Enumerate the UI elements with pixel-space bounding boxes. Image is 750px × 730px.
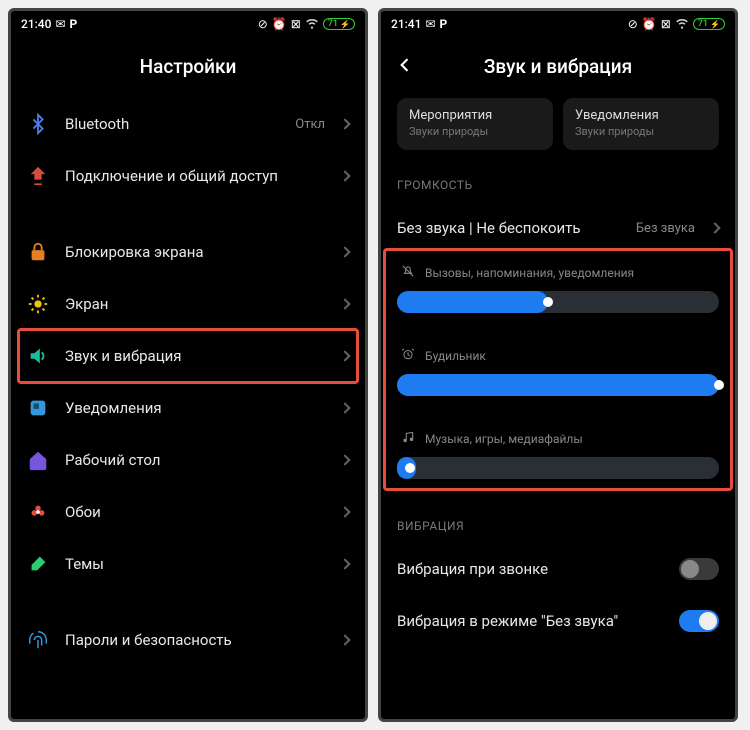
slider-thumb[interactable] [405,463,415,473]
lock-icon [27,241,49,263]
sound-settings-content: Мероприятия Звуки природы Уведомления Звуки… [381,98,735,719]
row-label: Рабочий стол [65,451,325,469]
vibrate-on-call-toggle[interactable] [679,558,719,580]
status-bar: 21:41 ✉ P ⊘ ⏰ ⊠ 71⚡ [381,11,735,37]
notification-icon [27,397,49,419]
tile-title: Мероприятия [409,108,541,123]
row-label: Пароли и безопасность [65,631,325,649]
speaker-icon [27,345,49,367]
vibrate-on-silent-toggle[interactable] [679,610,719,632]
chevron-right-icon [339,118,350,129]
settings-row-lock[interactable]: Блокировка экрана [11,226,365,278]
row-label: Экран [65,295,325,313]
page-title: Звук и вибрация [381,37,735,98]
dnd-icon: ⊘ [258,17,268,31]
tile-sub: Звуки природы [575,125,707,138]
alarm-icon: ⏰ [272,17,287,31]
row-label: Bluetooth [65,115,279,133]
nosim-icon: ⊠ [661,17,671,31]
settings-row-fingerprint[interactable]: Пароли и безопасность [11,614,365,666]
vibrate-on-silent-row[interactable]: Вибрация в режиме "Без звука" [381,595,735,647]
mail-icon: ✉ [425,17,435,31]
chevron-right-icon [339,558,350,569]
row-label: Обои [65,503,325,521]
chevron-right-icon [339,350,350,361]
row-value: Откл [295,117,325,132]
phone-settings: 21:40 ✉ P ⊘ ⏰ ⊠ 71⚡ Настройки Bluetooth О… [8,8,368,722]
wifi-icon [675,16,689,33]
share-icon [27,165,49,187]
alarm-icon: ⏰ [642,17,657,31]
battery-indicator: 71⚡ [323,18,355,30]
row-label: Блокировка экрана [65,243,325,261]
status-time: 21:41 [391,17,421,31]
chevron-right-icon [339,506,350,517]
music-icon [401,430,415,447]
settings-list: BluetoothОтклПодключение и общий доступ … [11,98,365,719]
mail-icon: ✉ [55,17,65,31]
settings-row-brush[interactable]: Темы [11,538,365,590]
wifi-icon [305,16,319,33]
alarm-icon [401,347,415,364]
vibration-section-title: ВИБРАЦИЯ [381,511,735,543]
sound-tile[interactable]: Уведомления Звуки природы [563,98,719,150]
p-icon: P [70,17,78,31]
dnd-icon: ⊘ [628,17,638,31]
chevron-right-icon [339,402,350,413]
page-title: Настройки [11,37,365,98]
silent-dnd-value: Без звука [636,221,695,236]
row-label: Темы [65,555,325,573]
settings-row-notification[interactable]: Уведомления [11,382,365,434]
vibrate-on-silent-label: Вибрация в режиме "Без звука" [397,612,663,630]
sun-icon [27,293,49,315]
sound-tile[interactable]: Мероприятия Звуки природы [397,98,553,150]
flower-icon [27,501,49,523]
volume-slider-block: Будильник [397,337,719,420]
phone-sound-settings: 21:41 ✉ P ⊘ ⏰ ⊠ 71⚡ Звук и вибрация Меро… [378,8,738,722]
chevron-right-icon [339,246,350,257]
slider-label: Будильник [397,341,719,372]
vibrate-on-call-label: Вибрация при звонке [397,560,663,578]
p-icon: P [440,17,448,31]
slider-label: Вызовы, напоминания, уведомления [397,258,719,289]
settings-row-bluetooth[interactable]: Bluetooth Откл [11,98,365,150]
volume-slider-block: Вызовы, напоминания, уведомления [397,254,719,337]
home-icon [27,449,49,471]
slider-thumb[interactable] [714,380,724,390]
volume-slider[interactable] [397,457,719,479]
volume-section-title: ГРОМКОСТЬ [381,170,735,202]
settings-row-speaker[interactable]: Звук и вибрация [11,330,365,382]
battery-indicator: 71⚡ [693,18,725,30]
status-bar: 21:40 ✉ P ⊘ ⏰ ⊠ 71⚡ [11,11,365,37]
settings-row-home[interactable]: Рабочий стол [11,434,365,486]
chevron-right-icon [339,170,350,181]
chevron-right-icon [339,298,350,309]
volume-slider-block: Музыка, игры, медиафайлы [397,420,719,503]
nosim-icon: ⊠ [291,17,301,31]
settings-row-sun[interactable]: Экран [11,278,365,330]
bluetooth-icon [27,113,49,135]
chevron-right-icon [339,634,350,645]
volume-slider[interactable] [397,291,719,313]
fingerprint-icon [27,629,49,651]
row-label: Подключение и общий доступ [65,167,325,185]
row-label: Звук и вибрация [65,347,325,365]
bell-off-icon [401,264,415,281]
chevron-right-icon [709,222,720,233]
silent-dnd-row[interactable]: Без звука | Не беспокоить Без звука [381,202,735,254]
back-button[interactable] [395,55,415,75]
vibrate-on-call-row[interactable]: Вибрация при звонке [381,543,735,595]
slider-label: Музыка, игры, медиафайлы [397,424,719,455]
brush-icon [27,553,49,575]
settings-row-share[interactable]: Подключение и общий доступ [11,150,365,202]
row-label: Уведомления [65,399,325,417]
tile-sub: Звуки природы [409,125,541,138]
silent-dnd-label: Без звука | Не беспокоить [397,219,620,237]
volume-slider[interactable] [397,374,719,396]
tile-title: Уведомления [575,108,707,123]
chevron-right-icon [339,454,350,465]
status-time: 21:40 [21,17,51,31]
settings-row-flower[interactable]: Обои [11,486,365,538]
slider-thumb[interactable] [543,297,553,307]
